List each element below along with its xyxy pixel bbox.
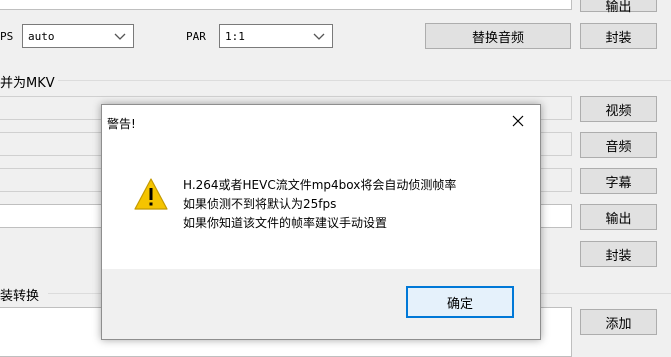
warning-dialog: 警告! H.264或者HEVC流文件mp4box将会自动侦测帧率 如果侦测不到将… <box>101 104 541 340</box>
warning-icon <box>134 178 168 210</box>
dialog-title: 警告! <box>107 117 136 131</box>
mux-button[interactable]: 封装 <box>580 241 657 267</box>
ok-button-label: 确定 <box>446 296 473 312</box>
convert-section-title: 装转换 <box>0 289 40 304</box>
dialog-message-line: 如果你知道该文件的帧率建议手动设置 <box>183 216 388 230</box>
video-button[interactable]: 视频 <box>580 96 657 122</box>
subtitle-button[interactable]: 字幕 <box>580 168 657 194</box>
mux-button-label: 封装 <box>605 248 632 264</box>
merge-section-divider <box>58 80 671 81</box>
par-select[interactable]: 1:1 <box>219 24 333 48</box>
add-button-label: 添加 <box>605 316 632 332</box>
subtitle-button-label: 字幕 <box>605 175 632 191</box>
audio-button[interactable]: 音频 <box>580 132 657 158</box>
merge-section-title: 并为MKV <box>0 76 55 91</box>
close-icon[interactable] <box>510 113 526 129</box>
chevron-down-icon <box>114 33 126 40</box>
par-select-value: 1:1 <box>225 29 245 43</box>
audio-button-label: 音频 <box>605 139 632 155</box>
chevron-down-icon <box>313 33 325 40</box>
dialog-message-line: 如果侦测不到将默认为25fps <box>183 197 337 211</box>
top-path-field[interactable] <box>0 0 572 10</box>
ok-button[interactable]: 确定 <box>406 286 514 318</box>
output-button-top-label: 输出 <box>605 0 632 15</box>
add-button[interactable]: 添加 <box>580 309 657 335</box>
fps-select-value: auto <box>28 29 55 43</box>
par-label: PAR <box>186 30 206 43</box>
mux-button-top[interactable]: 封装 <box>580 23 657 49</box>
dialog-message: H.264或者HEVC流文件mp4box将会自动侦测帧率 如果侦测不到将默认为2… <box>183 176 456 233</box>
output-button-top[interactable]: 输出 <box>580 0 657 15</box>
dialog-message-line: H.264或者HEVC流文件mp4box将会自动侦测帧率 <box>183 178 457 192</box>
mux-button-top-label: 封装 <box>605 30 632 46</box>
video-button-label: 视频 <box>605 103 632 119</box>
fps-select[interactable]: auto <box>22 24 134 48</box>
output-button[interactable]: 输出 <box>580 204 657 230</box>
replace-audio-button-label: 替换音频 <box>471 30 524 46</box>
replace-audio-button[interactable]: 替换音频 <box>425 23 571 49</box>
output-button-label: 输出 <box>605 211 632 227</box>
fps-label: PS <box>0 30 14 43</box>
